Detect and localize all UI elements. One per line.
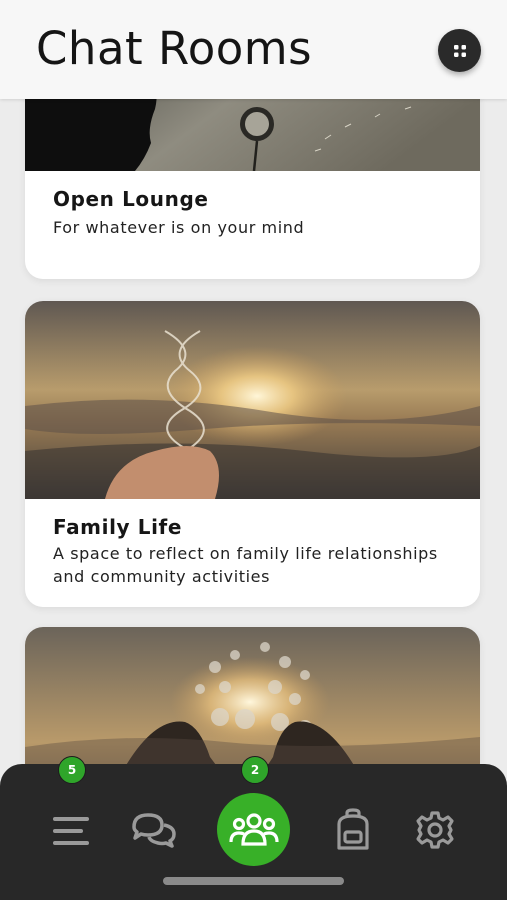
- home-indicator[interactable]: [163, 877, 344, 885]
- chat-rooms-notification-badge: 2: [241, 756, 269, 784]
- room-description: A space to reflect on family life relati…: [53, 544, 438, 586]
- page-title: Chat Rooms: [36, 22, 313, 75]
- rooms-list[interactable]: Open Lounge For whatever is on your mind: [0, 99, 507, 764]
- nav-messages[interactable]: [128, 806, 180, 854]
- gear-icon: [416, 811, 454, 849]
- menu-notification-badge: 5: [58, 756, 86, 784]
- grid-menu-button[interactable]: [438, 29, 481, 72]
- room-image-hands-sunset: [25, 627, 480, 764]
- group-people-icon: [228, 812, 279, 846]
- room-title: Open Lounge: [53, 187, 209, 211]
- room-image-dna-sunset: [25, 301, 480, 499]
- nav-menu[interactable]: [48, 808, 94, 854]
- room-title: Family Life: [53, 515, 183, 539]
- hamburger-menu-icon: [53, 817, 89, 845]
- room-card-open-lounge[interactable]: Open Lounge For whatever is on your mind: [25, 99, 480, 279]
- grid-icon: [453, 44, 466, 57]
- nav-chat-rooms[interactable]: [217, 793, 290, 866]
- nav-backpack[interactable]: [332, 806, 374, 854]
- room-image-dandelion: [25, 99, 480, 171]
- nav-settings[interactable]: [412, 806, 458, 854]
- room-card-3[interactable]: [25, 627, 480, 764]
- app-header: Chat Rooms: [0, 0, 507, 99]
- room-description: For whatever is on your mind: [53, 218, 305, 237]
- backpack-icon: [337, 808, 369, 850]
- room-card-family-life[interactable]: Family Life A space to reflect on family…: [25, 301, 480, 607]
- chat-bubbles-icon: [132, 813, 176, 848]
